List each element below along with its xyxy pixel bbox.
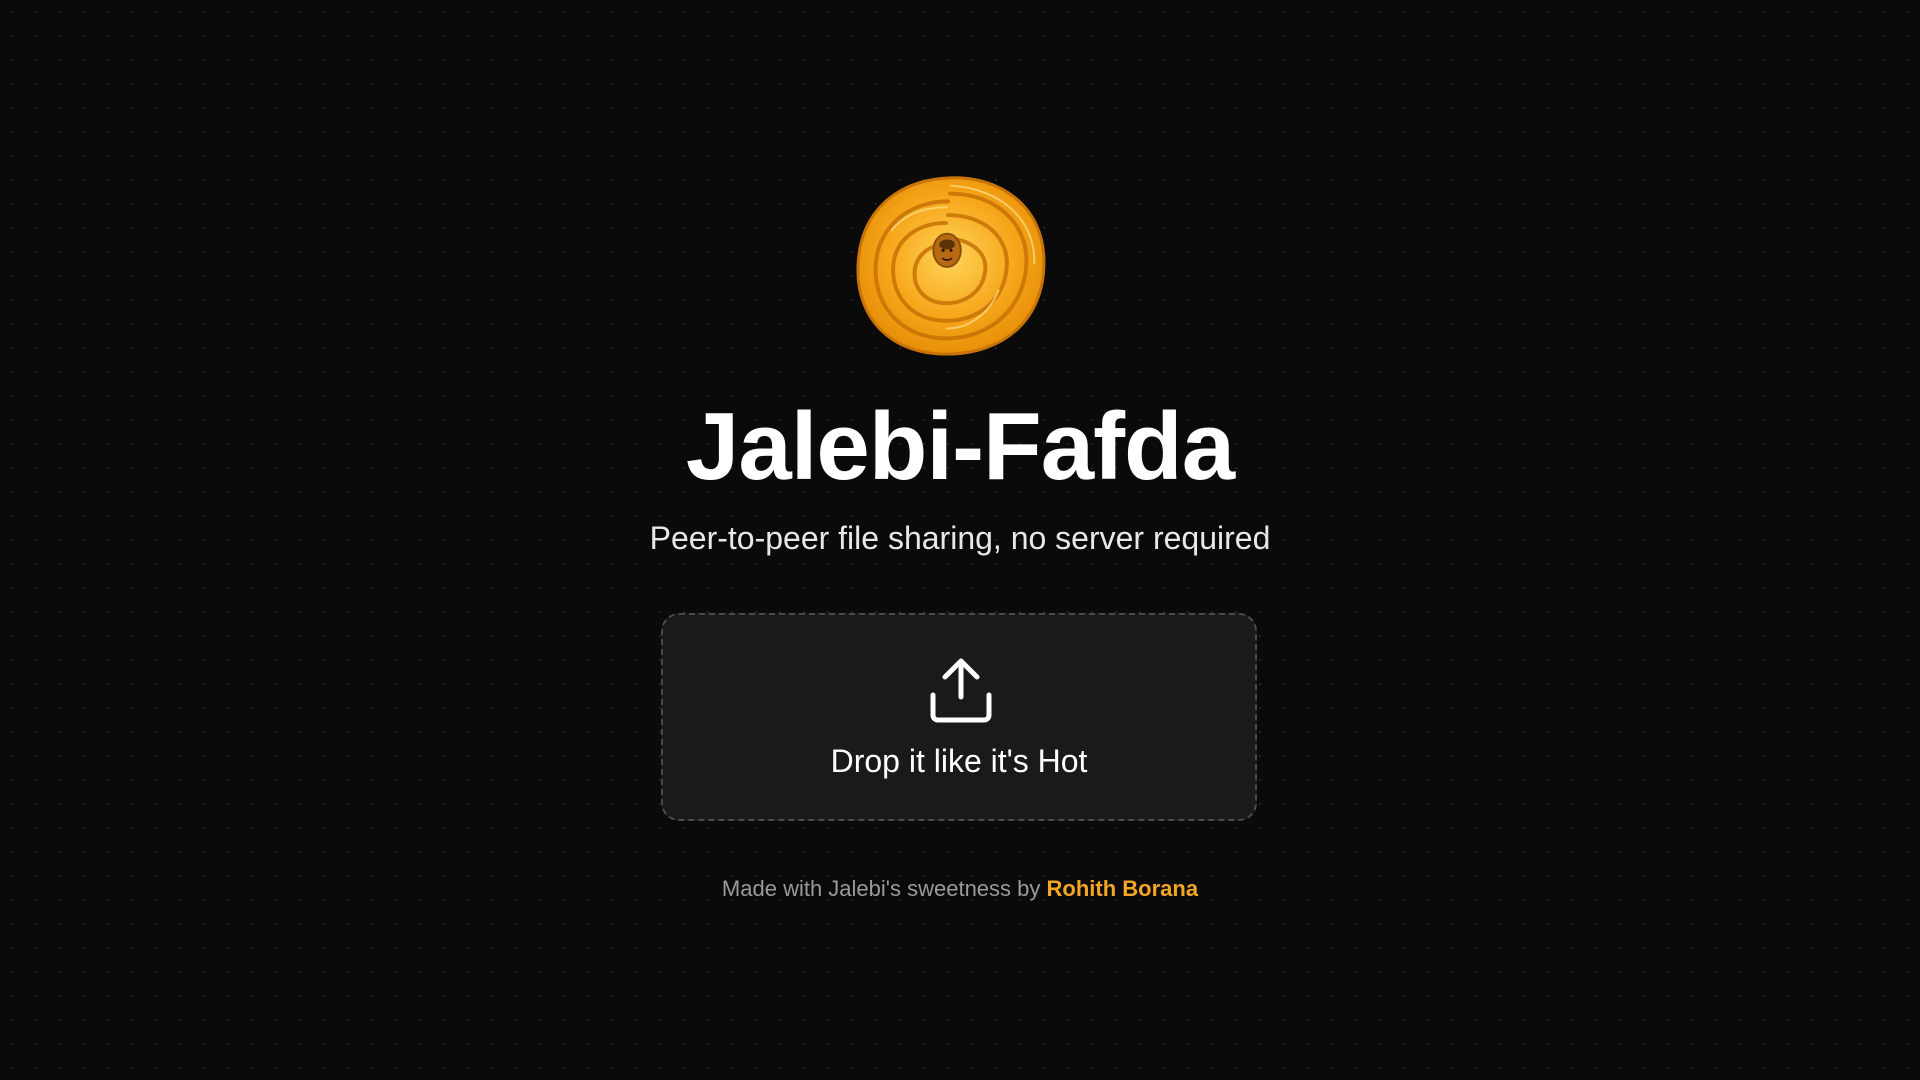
app-title: Jalebi-Fafda — [685, 393, 1235, 500]
file-dropzone[interactable]: Drop it like it's Hot — [661, 613, 1257, 821]
app-subtitle: Peer-to-peer file sharing, no server req… — [649, 520, 1271, 556]
jalebi-logo-icon — [852, 172, 1048, 358]
author-link[interactable]: Rohith Borana — [1047, 876, 1199, 901]
upload-icon — [927, 657, 995, 725]
footer-text: Made with Jalebi's sweetness by — [721, 876, 1041, 901]
dropzone-label: Drop it like it's Hot — [830, 743, 1088, 779]
landing-page: Jalebi-Fafda Peer-to-peer file sharing, … — [0, 0, 1920, 1080]
footer: Made with Jalebi's sweetness by Rohith B… — [0, 875, 1920, 903]
